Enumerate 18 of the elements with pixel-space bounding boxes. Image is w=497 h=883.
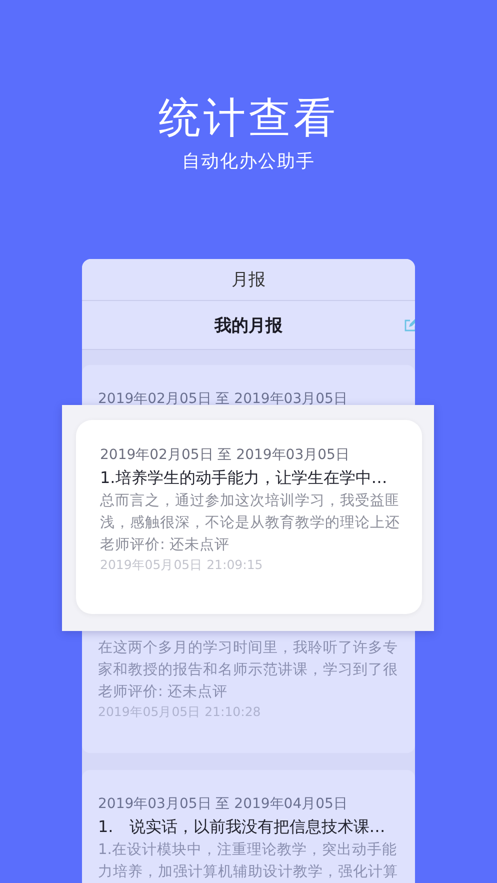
date-range: 2019年03月05日 至 2019年04月05日 [98,795,348,814]
report-card[interactable]: 2019年02月05日 至 2019年03月05日 1.培养学生的动手能力，让学生在学中… 总而言之，通过参加这次培训学习，我受益匪浅，感触很深，不论是从教育教学的理论上还 老师评价: 还未点评 2019年05月05日 21:09:15 [76,420,422,614]
teacher-review: 老师评价: 还未点评 [100,536,230,555]
hero-title: 统计查看 [158,92,338,144]
date-range: 2019年02月05日 至 2019年03月05日 [100,446,350,465]
timestamp: 2019年05月05日 21:09:15 [100,556,264,574]
report-body: 在这两个多月的学习时间里，我聆听了许多专家和教授的报告和名师示范讲课，学习到了很 [98,639,398,680]
report-card[interactable]: 2019年03月05日 至 2019年04月05日 1. 说实话，以前我没有把信息技术课… 1.在设计模块中，注重理论教学，突出动手能力培养，加强计算机辅助设计教学，强化计算 [82,770,415,883]
header-title: 月报 [232,269,266,291]
teacher-review: 老师评价: 还未点评 [98,683,228,702]
report-title: 1. 说实话，以前我没有把信息技术课… [98,816,386,838]
nav-title: 我的月报 [214,314,282,336]
hero-subtitle: 自动化办公助手 [182,150,315,174]
date-range: 2019年02月05日 至 2019年03月05日 [98,390,348,409]
report-body: 1.在设计模块中，注重理论教学，突出动手能力培养，加强计算机辅助设计教学，强化计算 [98,840,398,882]
edit-icon[interactable] [404,319,415,332]
report-title: 1.培养学生的动手能力，让学生在学中… [100,467,388,489]
report-body: 总而言之，通过参加这次培训学习，我受益匪浅，感触很深，不论是从教育教学的理论上还 [100,492,400,533]
